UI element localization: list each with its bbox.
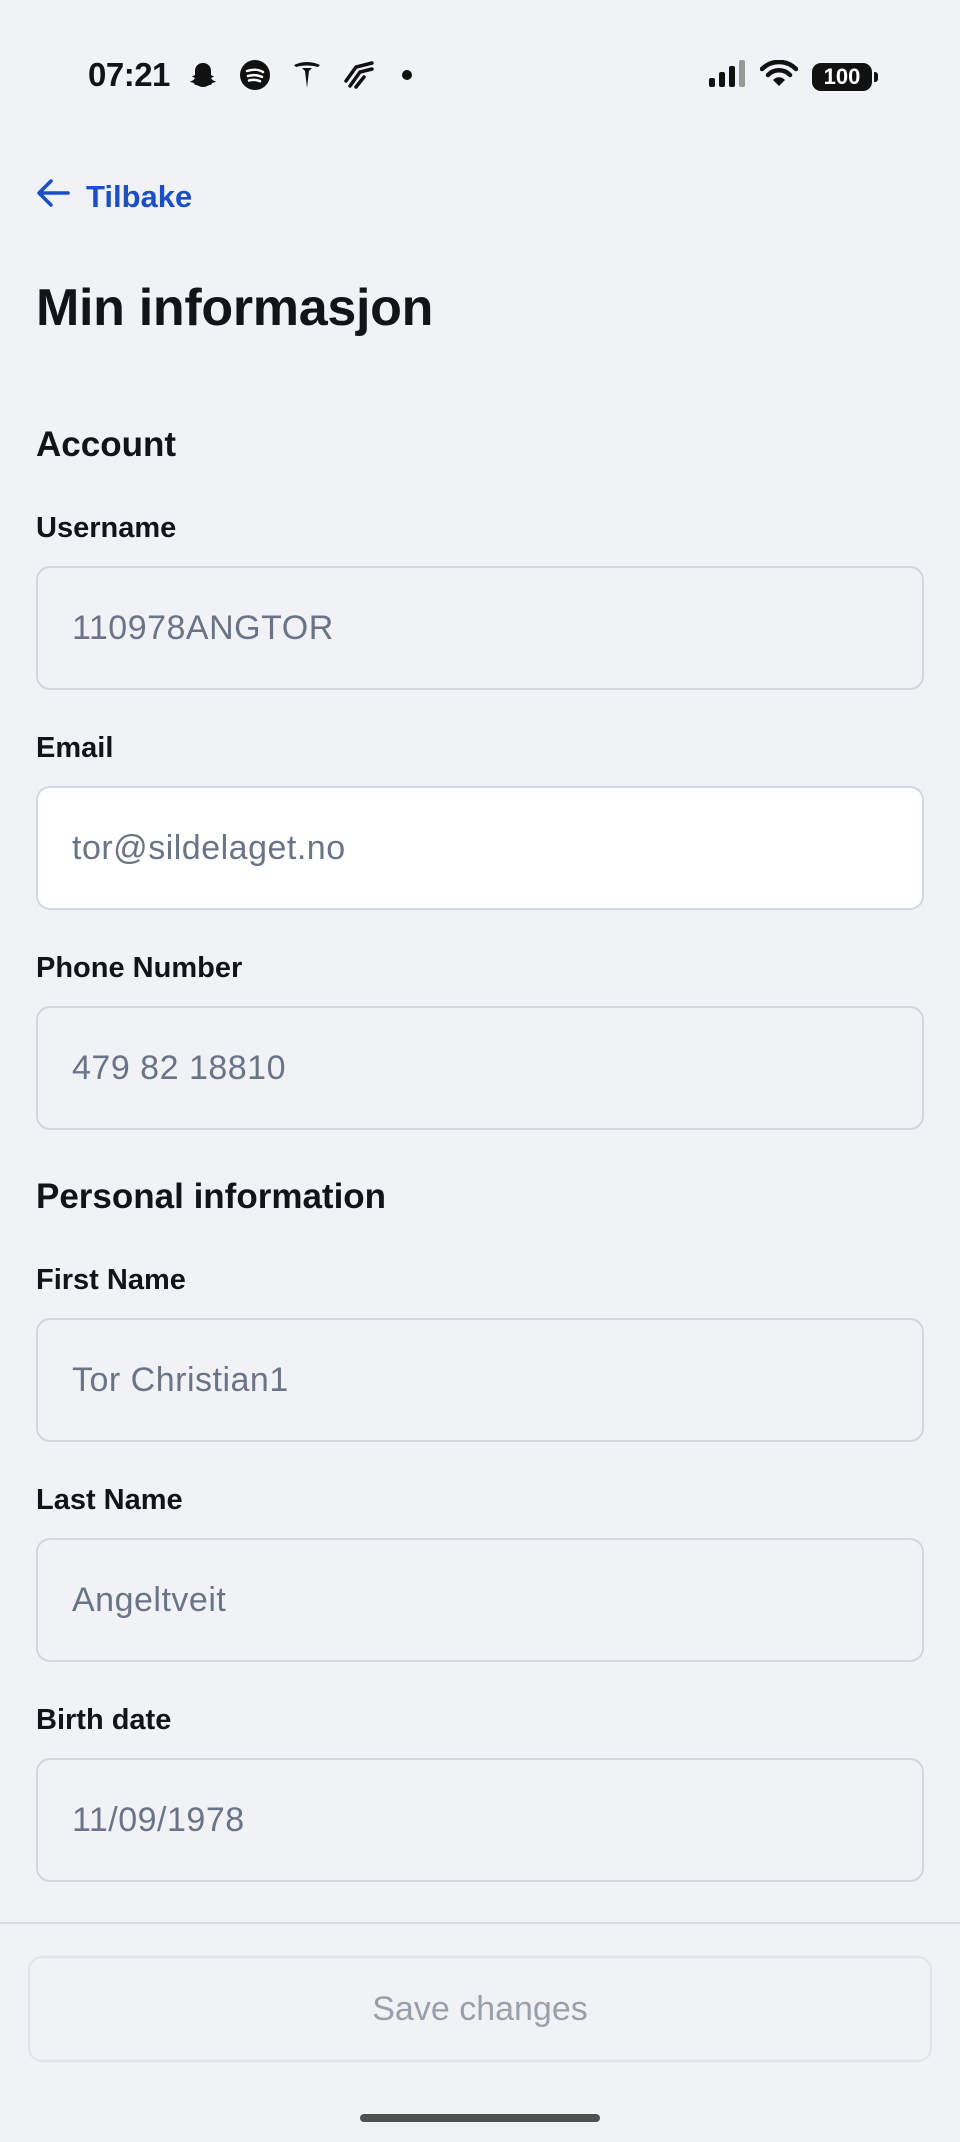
bottom-action-bar: Save changes — [0, 1922, 960, 2142]
last-name-label: Last Name — [36, 1484, 183, 1516]
first-name-field: First Name — [36, 1262, 924, 1442]
wifi-icon — [759, 59, 799, 93]
back-label: Tilbake — [86, 179, 193, 214]
email-label: Email — [36, 732, 114, 764]
snapchat-icon — [186, 58, 220, 92]
battery-icon: 100 — [812, 62, 878, 91]
last-name-input[interactable] — [36, 1538, 924, 1662]
last-name-field: Last Name — [36, 1482, 924, 1662]
section-title-account: Account — [36, 425, 176, 464]
spotify-icon — [238, 58, 272, 92]
username-label: Username — [36, 512, 177, 544]
home-indicator[interactable] — [360, 2114, 600, 2122]
birth-date-input[interactable] — [36, 1758, 924, 1882]
back-button[interactable]: Tilbake — [36, 178, 192, 216]
more-notifications-dot-icon — [402, 70, 412, 80]
first-name-label: First Name — [36, 1264, 186, 1296]
profile-form: Account Username Email Phone Number Pers… — [36, 420, 924, 1882]
birth-date-field: Birth date — [36, 1702, 924, 1882]
email-input[interactable] — [36, 786, 924, 910]
notification-icons — [186, 58, 412, 92]
section-title-personal: Personal information — [36, 1177, 387, 1216]
tesla-icon — [290, 58, 324, 92]
username-input[interactable] — [36, 566, 924, 690]
arrow-left-icon — [36, 178, 70, 216]
save-changes-button[interactable]: Save changes — [28, 1956, 932, 2062]
status-time: 07:21 — [88, 56, 170, 93]
page-title: Min informasjon — [36, 279, 434, 337]
first-name-input[interactable] — [36, 1318, 924, 1442]
phone-label: Phone Number — [36, 952, 243, 984]
email-field: Email — [36, 730, 924, 910]
signal-icon — [708, 60, 746, 93]
birth-date-label: Birth date — [36, 1704, 172, 1736]
strava-icon — [342, 58, 376, 92]
screen: 07:21 100 Tilbake Min informasjon Accoun… — [0, 0, 960, 2142]
phone-field: Phone Number — [36, 950, 924, 1130]
status-bar: 07:21 100 — [0, 0, 960, 150]
phone-input[interactable] — [36, 1006, 924, 1130]
username-field: Username — [36, 510, 924, 690]
system-icons: 100 — [708, 59, 878, 93]
